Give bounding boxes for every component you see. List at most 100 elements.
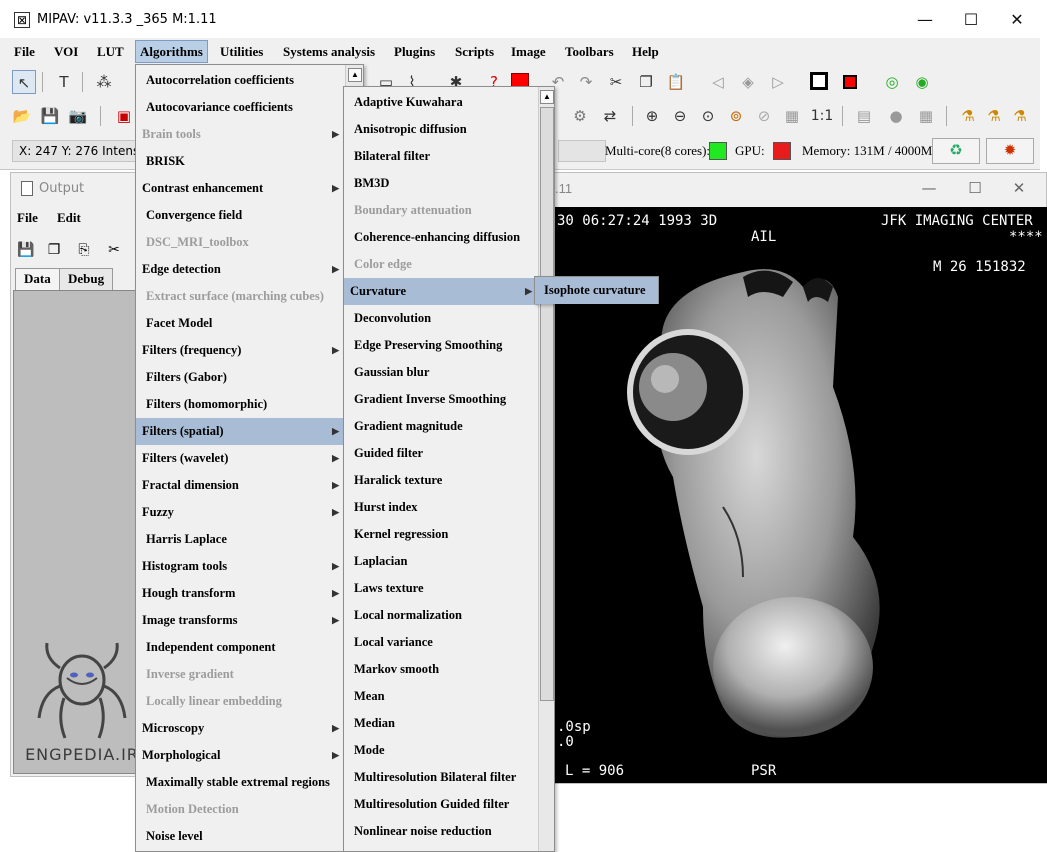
menu-item-nonlinear-noise-reduction[interactable]: Nonlinear noise reduction [344,818,538,845]
menu-item-edge-preserving-smoothing[interactable]: Edge Preserving Smoothing [344,332,538,359]
camera-icon[interactable]: 📷 [66,104,90,128]
output-menu-file[interactable]: File [17,210,38,226]
copy-icon[interactable]: ⎘ [73,239,95,261]
wrench-icon[interactable]: ⚙ [568,104,592,128]
image-maximize-button[interactable]: ☐ [953,177,997,199]
menu-item-filters-gabor[interactable]: Filters (Gabor) [136,364,345,391]
menu-help[interactable]: Help [628,42,663,62]
previous-icon[interactable]: ◁ [706,70,730,94]
zoom-region-icon[interactable]: ⊚ [724,104,748,128]
menu-item-image-transforms[interactable]: Image transforms ▶ [136,607,345,634]
menu-item-histogram-tools[interactable]: Histogram tools ▶ [136,553,345,580]
menu-toolbars[interactable]: Toolbars [561,42,618,62]
bug-button[interactable]: ✹ [986,138,1034,164]
image-close-button[interactable]: ✕ [997,177,1041,199]
menu-item-haralick-texture[interactable]: Haralick texture [344,467,538,494]
swap-icon[interactable]: ⇄ [598,104,622,128]
menu-item-fuzzy[interactable]: Fuzzy ▶ [136,499,345,526]
menu-file[interactable]: File [10,42,39,62]
menu-item-morphological[interactable]: Morphological ▶ [136,742,345,769]
menu-utilities[interactable]: Utilities [216,42,267,62]
menu-item-gaussian-blur[interactable]: Gaussian blur [344,359,538,386]
menu-item-laplacian[interactable]: Laplacian [344,548,538,575]
menu-item-fractal-dimension[interactable]: Fractal dimension ▶ [136,472,345,499]
menu-item-isophote-curvature[interactable]: Isophote curvature [535,277,658,304]
menu-item-edge-detection[interactable]: Edge detection ▶ [136,256,345,283]
menu-item-median[interactable]: Median [344,710,538,737]
menu-item-noise-level[interactable]: Noise level [136,823,345,850]
menu-item-bilateral-filter[interactable]: Bilateral filter [344,143,538,170]
menu-item-brisk[interactable]: BRISK [136,148,345,175]
menu-item-multiresolution-guided-filter[interactable]: Multiresolution Guided filter [344,791,538,818]
scroll-up-button[interactable]: ▲ [348,68,362,82]
zoom-in-icon[interactable]: ⊕ [640,104,664,128]
tab-data[interactable]: Data [15,268,60,290]
open-icon[interactable]: 📂 [10,104,34,128]
zoom-fit-icon[interactable]: ⊘ [752,104,776,128]
menu-item-guided-filter[interactable]: Guided filter [344,440,538,467]
zoom-icon[interactable]: ⊙ [696,104,720,128]
points-icon[interactable]: ⁂ [92,70,116,94]
menu-item-bm3d[interactable]: BM3D [344,170,538,197]
menu-item-mode[interactable]: Mode [344,737,538,764]
ring-green-2-icon[interactable]: ◉ [910,70,934,94]
menu-item-anisotropic-diffusion[interactable]: Anisotropic diffusion [344,116,538,143]
scissor-icon[interactable]: ▣ [112,104,136,128]
minimize-button[interactable]: — [902,8,948,32]
paste-icon[interactable]: 📋 [664,70,688,94]
text-icon[interactable]: T [52,70,76,94]
recycle-button[interactable]: ♻ [932,138,980,164]
grid-icon[interactable]: ▤ [852,104,876,128]
maximize-button[interactable]: ☐ [948,8,994,32]
zoom-out-icon[interactable]: ⊖ [668,104,692,128]
menu-lut[interactable]: LUT [93,42,128,62]
menu-item-autocorrelation-coefficients[interactable]: Autocorrelation coefficients [136,67,345,94]
menu-item-local-variance[interactable]: Local variance [344,629,538,656]
blob-icon[interactable]: ● [884,104,908,128]
menu-item-deconvolution[interactable]: Deconvolution [344,305,538,332]
menu-scripts[interactable]: Scripts [451,42,498,62]
menu-systems-analysis[interactable]: Systems analysis [279,42,379,62]
tab-debug[interactable]: Debug [59,268,114,290]
cut-icon[interactable]: ✂ [604,70,628,94]
microscope-icon[interactable]: ⚗ [956,104,980,128]
menu-item-contrast-enhancement[interactable]: Contrast enhancement ▶ [136,175,345,202]
cut-icon[interactable]: ✂ [103,239,125,261]
ring-green-icon[interactable]: ◎ [880,70,904,94]
menu-item-mean[interactable]: Mean [344,683,538,710]
menu-image[interactable]: Image [507,42,550,62]
redo-icon[interactable]: ↷ [574,70,598,94]
menu-item-filters-homomorphic[interactable]: Filters (homomorphic) [136,391,345,418]
scroll-up-button[interactable]: ▲ [540,90,554,104]
menu-item-maximally-stable-extremal-regions[interactable]: Maximally stable extremal regions [136,769,345,796]
menu-item-hough-transform[interactable]: Hough transform ▶ [136,580,345,607]
close-button[interactable]: ✕ [994,8,1040,32]
menu-item-autocovariance-coefficients[interactable]: Autocovariance coefficients [136,94,345,121]
spatial-scrollbar[interactable]: ▲ [538,87,554,851]
menu-item-convergence-field[interactable]: Convergence field [136,202,345,229]
next-icon[interactable]: ▷ [766,70,790,94]
sync-icon[interactable]: ◈ [736,70,760,94]
menu-item-gradient-magnitude[interactable]: Gradient magnitude [344,413,538,440]
menu-item-filters-wavelet[interactable]: Filters (wavelet) ▶ [136,445,345,472]
pages-icon[interactable]: ❐ [43,239,65,261]
copy-icon[interactable]: ❐ [634,70,658,94]
one-to-one-icon[interactable]: 1:1 [810,104,834,128]
menu-item-adaptive-kuwahara[interactable]: Adaptive Kuwahara [344,89,538,116]
menu-voi[interactable]: VOI [50,42,82,62]
menu-item-kernel-regression[interactable]: Kernel regression [344,521,538,548]
output-menu-edit[interactable]: Edit [57,210,81,226]
menu-item-markov-smooth[interactable]: Markov smooth [344,656,538,683]
pointer-icon[interactable]: ↖ [12,70,36,94]
menu-item-filters-spatial[interactable]: Filters (spatial) ▶ [136,418,345,445]
menu-plugins[interactable]: Plugins [390,42,439,62]
menu-item-independent-component[interactable]: Independent component [136,634,345,661]
menu-item-coherence-enhancing-diffusion[interactable]: Coherence-enhancing diffusion [344,224,538,251]
checker-icon[interactable]: ▦ [780,104,804,128]
menu-item-facet-model[interactable]: Facet Model [136,310,345,337]
tiles-icon[interactable]: ▦ [914,104,938,128]
image-minimize-button[interactable]: — [907,177,951,199]
microscope-close-icon[interactable]: ⚗ [1008,104,1032,128]
menu-algorithms[interactable]: Algorithms [135,40,208,63]
menu-item-laws-texture[interactable]: Laws texture [344,575,538,602]
